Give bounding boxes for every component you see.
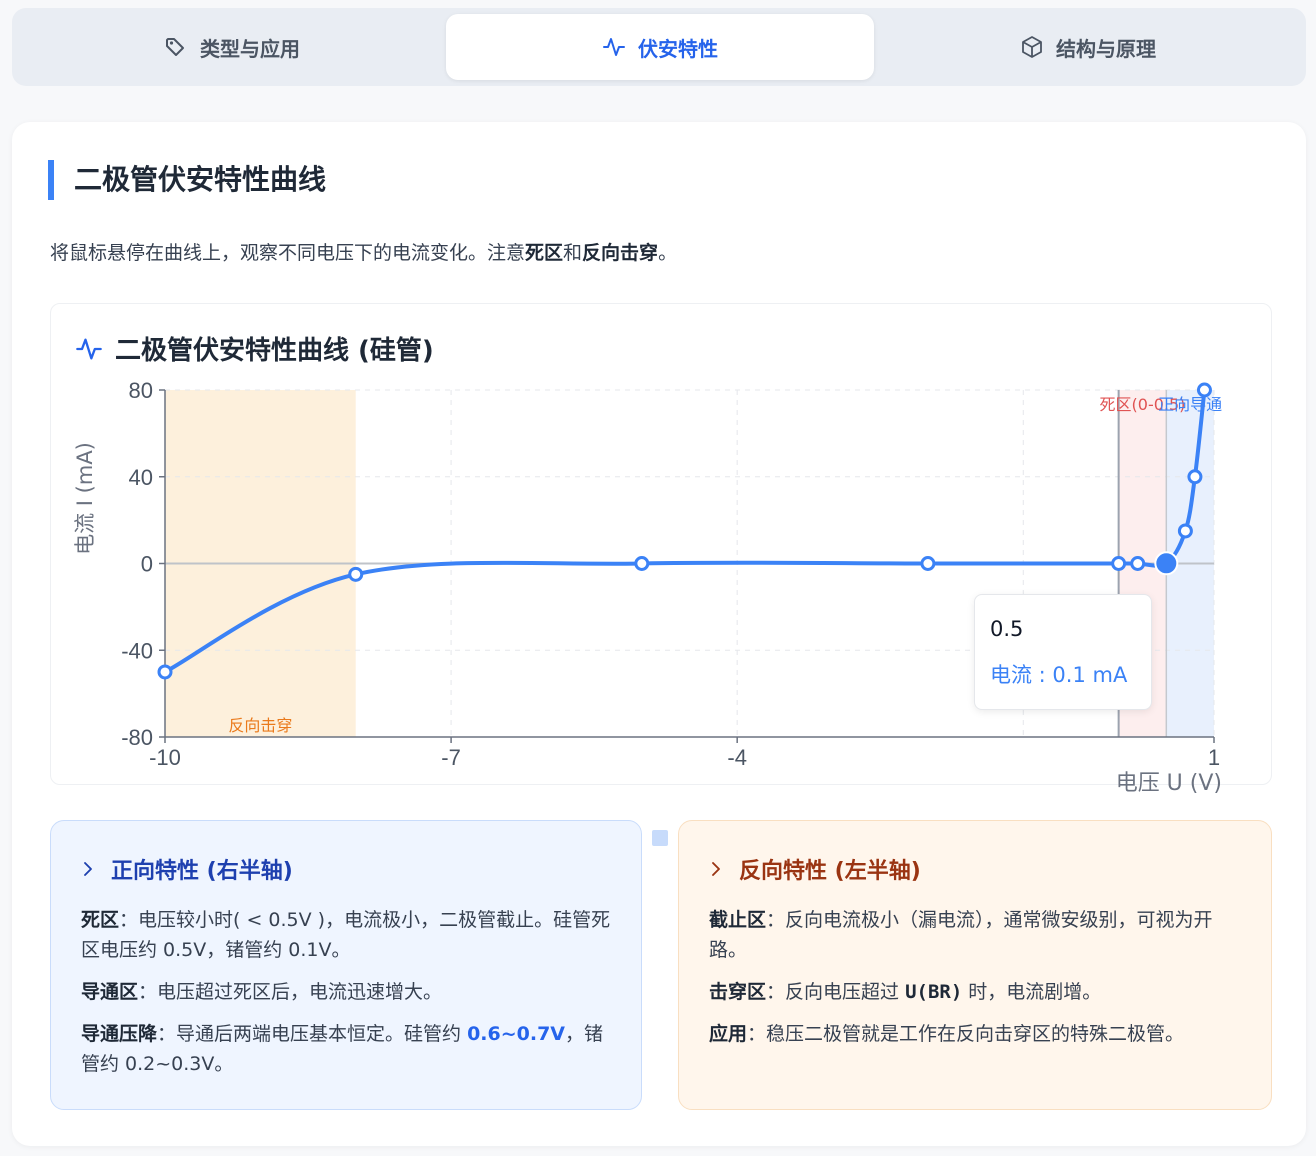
data-point-5 — [1130, 556, 1146, 571]
forward-title: 正向特性 (右半轴) — [79, 853, 293, 885]
reverse-title-text: 反向特性 (左半轴) — [739, 859, 921, 884]
data-point-1 — [348, 566, 364, 582]
reverse-p1-label: 截止区 — [709, 909, 767, 931]
forward-p3-text: ：导通后两端电压基本恒定。硅管约 — [157, 1023, 468, 1045]
reverse-title: 反向特性 (左半轴) — [707, 853, 921, 885]
x-tick-label-3: 1 — [1208, 745, 1220, 770]
forward-dead-zone: 死区：电压较小时( < 0.5V )，电流极小，二极管截止。硅管死区电压约 0.… — [81, 905, 621, 965]
forward-p1-text: ：电压较小时( < 0.5V )，电流极小，二极管截止。硅管死区电压约 0.5V… — [81, 909, 611, 961]
tooltip-y-value: 电流 : 0.1 mA — [990, 663, 1128, 687]
data-point-3 — [920, 556, 936, 571]
active-data-point — [1154, 551, 1179, 576]
x-tick-label-1: -7 — [441, 745, 461, 770]
data-point-8 — [1187, 469, 1203, 485]
forward-p3-label: 导通压降 — [81, 1023, 158, 1045]
chevron-right-icon — [712, 862, 720, 876]
x-axis-label: 电压 U (V) — [1116, 771, 1222, 796]
legend-swatch — [652, 830, 668, 846]
data-point-0 — [157, 664, 173, 680]
forward-characteristics-box: 正向特性 (右半轴) 死区：电压较小时( < 0.5V )，电流极小，二极管截止… — [50, 820, 642, 1110]
forward-p2-label: 导通区 — [81, 981, 139, 1003]
forward-p3-highlight: 0.6~0.7V — [467, 1023, 566, 1045]
forward-drop: 导通压降：导通后两端电压基本恒定。硅管约 0.6~0.7V，锗管约 0.2~0.… — [81, 1019, 621, 1079]
region-label-0: 反向击穿 — [228, 716, 292, 735]
reverse-application: 应用：稳压二极管就是工作在反向击穿区的特殊二极管。 — [709, 1019, 1249, 1049]
reverse-cutoff: 截止区：反向电流极小（漏电流），通常微安级别，可视为开路。 — [709, 905, 1249, 965]
forward-conduction: 导通区：电压超过死区后，电流迅速增大。 — [81, 977, 621, 1007]
reverse-p3-label: 应用 — [709, 1023, 748, 1045]
reverse-p2-label: 击穿区 — [709, 981, 767, 1003]
data-point-4 — [1111, 556, 1127, 571]
region-label-2: 正向导通 — [1158, 395, 1222, 414]
y-tick-label-3: -40 — [121, 638, 153, 663]
data-point-2 — [634, 556, 650, 571]
y-axis-label: 电流 I (mA) — [73, 442, 97, 555]
forward-p2-text: ：电压超过死区后，电流迅速增大。 — [138, 981, 443, 1003]
y-tick-label-0: 80 — [129, 378, 153, 403]
forward-body: 死区：电压较小时( < 0.5V )，电流极小，二极管截止。硅管死区电压约 0.… — [81, 905, 621, 1091]
reverse-p3-text: ：稳压二极管就是工作在反向击穿区的特殊二极管。 — [747, 1023, 1185, 1045]
reverse-breakdown: 击穿区：反向电压超过 U(BR) 时，电流剧增。 — [709, 977, 1249, 1007]
chart-tooltip: 0.5 电流 : 0.1 mA — [974, 594, 1152, 710]
reverse-body: 截止区：反向电流极小（漏电流），通常微安级别，可视为开路。 击穿区：反向电压超过… — [709, 905, 1249, 1061]
reverse-p1-text: ：反向电流极小（漏电流），通常微安级别，可视为开路。 — [709, 909, 1213, 961]
tooltip-x-value: 0.5 — [990, 617, 1024, 641]
data-point-9 — [1196, 382, 1212, 398]
x-tick-label-0: -10 — [149, 745, 181, 770]
x-tick-label-2: -4 — [727, 745, 747, 770]
reverse-p2-text2: 时，电流剧增。 — [962, 981, 1102, 1003]
forward-p1-label: 死区 — [81, 909, 120, 931]
data-point-7 — [1177, 523, 1193, 539]
reverse-characteristics-box: 反向特性 (左半轴) 截止区：反向电流极小（漏电流），通常微安级别，可视为开路。… — [678, 820, 1272, 1110]
chevron-right-icon — [84, 862, 92, 876]
forward-title-text: 正向特性 (右半轴) — [111, 859, 293, 884]
reverse-p2-code: U(BR) — [905, 981, 963, 1003]
y-tick-label-1: 40 — [129, 465, 153, 490]
y-tick-label-2: 0 — [141, 552, 153, 577]
reverse-p2-text: ：反向电压超过 — [766, 981, 906, 1003]
